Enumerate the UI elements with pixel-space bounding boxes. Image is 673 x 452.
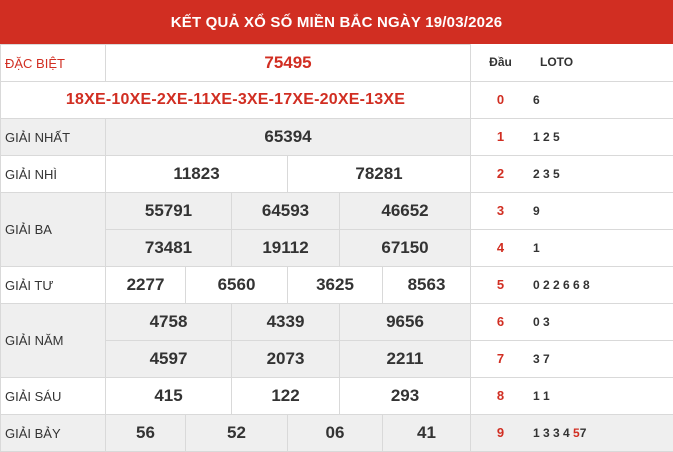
fifth-prize-label: GIẢI NĂM [0, 303, 106, 378]
fourth-prize-value: 6560 [185, 266, 288, 304]
loto-dau: 8 [471, 377, 530, 415]
fifth-prize-value: 2211 [339, 340, 471, 378]
fifth-prize-value: 9656 [339, 303, 471, 341]
fourth-prize-value: 2277 [105, 266, 186, 304]
fourth-prize-label: GIẢI TƯ [0, 266, 106, 304]
loto-values: 0 2 2 6 6 8 [530, 266, 673, 304]
third-prize-value: 64593 [231, 192, 340, 230]
special-prize-value: 75495 [105, 44, 471, 82]
loto-column-label: LOTO [530, 44, 673, 82]
fifth-prize-value: 2073 [231, 340, 340, 378]
loto-values: 1 3 3 4 57 [530, 414, 673, 452]
first-prize-value: 65394 [105, 118, 471, 156]
fifth-prize-value: 4758 [105, 303, 232, 341]
loto-dau: 7 [471, 340, 530, 378]
loto-dau: 1 [471, 118, 530, 156]
special-prize-codes: 18XE-10XE-2XE-11XE-3XE-17XE-20XE-13XE [0, 81, 471, 119]
loto-values: 1 2 5 [530, 118, 673, 156]
loto-dau: 4 [471, 229, 530, 267]
third-prize-value: 55791 [105, 192, 232, 230]
loto-dau: 9 [471, 414, 530, 452]
loto-values: 0 3 [530, 303, 673, 341]
fifth-prize-value: 4339 [231, 303, 340, 341]
seventh-prize-value: 06 [287, 414, 383, 452]
loto-value-part: 7 [579, 425, 587, 440]
first-prize-label: GIẢI NHẤT [0, 118, 106, 156]
second-prize-label: GIẢI NHÌ [0, 155, 106, 193]
loto-values: 1 [530, 229, 673, 267]
loto-dau: 5 [471, 266, 530, 304]
loto-values: 1 1 [530, 377, 673, 415]
loto-table: Đầu LOTO 0 6 1 1 2 5 2 2 3 5 3 9 4 1 5 0… [471, 44, 673, 452]
loto-dau: 0 [471, 81, 530, 119]
loto-head-label: Đầu [471, 44, 530, 82]
fourth-prize-value: 3625 [287, 266, 383, 304]
third-prize-value: 73481 [105, 229, 232, 267]
third-prize-value: 19112 [231, 229, 340, 267]
loto-values: 6 [530, 81, 673, 119]
sixth-prize-label: GIẢI SÁU [0, 377, 106, 415]
third-prize-value: 46652 [339, 192, 471, 230]
sixth-prize-value: 415 [105, 377, 232, 415]
seventh-prize-label: GIẢI BẢY [0, 414, 106, 452]
seventh-prize-value: 41 [382, 414, 471, 452]
second-prize-value: 11823 [105, 155, 288, 193]
seventh-prize-value: 56 [105, 414, 186, 452]
third-prize-value: 67150 [339, 229, 471, 267]
fourth-prize-value: 8563 [382, 266, 471, 304]
results-table: ĐẶC BIỆT 75495 18XE-10XE-2XE-11XE-3XE-17… [0, 44, 471, 452]
loto-value-highlight: 5 [573, 425, 580, 440]
results-header: KẾT QUẢ XỔ SỐ MIỀN BẮC NGÀY 19/03/2026 [0, 0, 673, 44]
loto-values: 3 7 [530, 340, 673, 378]
second-prize-value: 78281 [287, 155, 471, 193]
seventh-prize-value: 52 [185, 414, 288, 452]
sixth-prize-value: 293 [339, 377, 471, 415]
loto-values: 9 [530, 192, 673, 230]
third-prize-label: GIẢI BA [0, 192, 106, 267]
loto-values: 2 3 5 [530, 155, 673, 193]
loto-dau: 2 [471, 155, 530, 193]
loto-dau: 3 [471, 192, 530, 230]
fifth-prize-value: 4597 [105, 340, 232, 378]
sixth-prize-value: 122 [231, 377, 340, 415]
loto-value-part: 1 3 3 4 [533, 425, 570, 440]
loto-dau: 6 [471, 303, 530, 341]
page-title: KẾT QUẢ XỔ SỐ MIỀN BẮC NGÀY 19/03/2026 [170, 13, 503, 31]
special-prize-label: ĐẶC BIỆT [0, 44, 106, 82]
